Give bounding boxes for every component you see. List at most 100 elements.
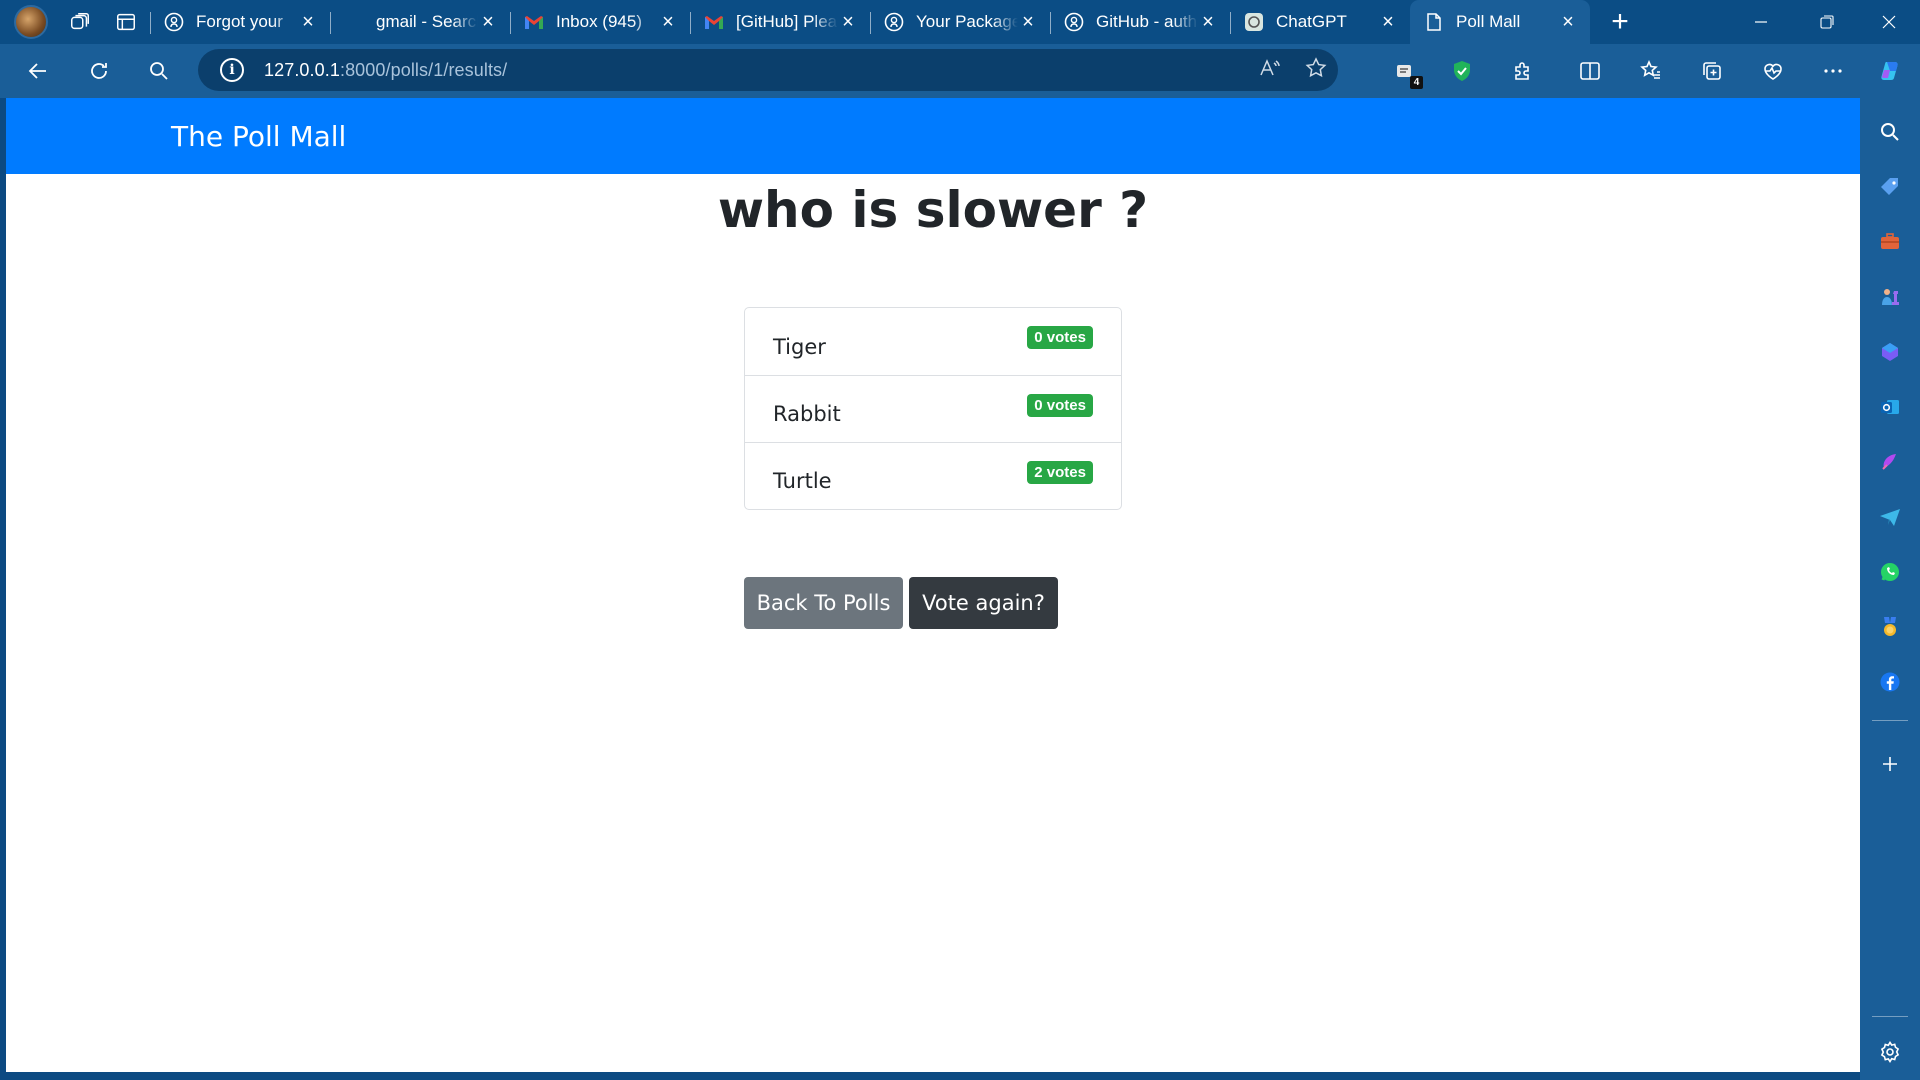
search-icon[interactable] — [1872, 114, 1908, 150]
telegram-icon[interactable] — [1872, 499, 1908, 535]
page-icon — [1424, 12, 1444, 32]
designer-icon[interactable] — [1872, 444, 1908, 480]
brand-link[interactable]: The Poll Mall — [171, 120, 346, 153]
add-icon[interactable] — [1872, 746, 1908, 782]
tab-title: Inbox (945) — [556, 12, 642, 31]
tab-github-email[interactable]: [GitHub] Please × — [690, 0, 870, 44]
tab-inbox[interactable]: Inbox (945) × — [510, 0, 690, 44]
votes-badge: 0 votes — [1027, 393, 1093, 417]
vote-again-button[interactable]: Vote again? — [909, 577, 1058, 629]
url-text[interactable]: 127.0.0.1:8000/polls/1/results/ — [264, 60, 507, 81]
tools-briefcase-icon[interactable] — [1872, 224, 1908, 260]
facebook-icon[interactable] — [1872, 664, 1908, 700]
gmail-icon — [704, 12, 724, 32]
close-window-button[interactable] — [1858, 0, 1920, 44]
choice-label: Turtle — [773, 469, 832, 493]
browser-toolbar: i 127.0.0.1:8000/polls/1/results/ 4 — [0, 44, 1920, 98]
page-viewport: The Poll Mall who is slower ? Tiger 0 vo… — [6, 98, 1860, 1072]
shopping-tag-icon[interactable] — [1872, 169, 1908, 205]
close-icon[interactable]: × — [1018, 11, 1038, 33]
tab-title: GitHub - auth — [1096, 12, 1198, 31]
address-bar[interactable]: i 127.0.0.1:8000/polls/1/results/ — [198, 49, 1338, 91]
split-screen-icon[interactable] — [1568, 49, 1612, 93]
search-icon — [344, 12, 364, 32]
favorite-star-icon[interactable] — [1304, 56, 1328, 85]
tab-separator — [1050, 12, 1051, 34]
search-icon[interactable] — [137, 49, 181, 93]
shield-icon[interactable] — [1440, 49, 1484, 93]
gear-icon[interactable] — [1872, 1034, 1908, 1070]
browser-sidebar — [1860, 98, 1920, 1080]
tab-title: Your Package — [916, 12, 1018, 31]
tab-actions-icon[interactable] — [108, 4, 144, 40]
address-bar-actions — [1258, 49, 1328, 91]
site-info-icon[interactable]: i — [220, 58, 244, 82]
browser-essentials-icon[interactable] — [1751, 49, 1795, 93]
close-icon[interactable]: × — [1558, 11, 1578, 33]
action-buttons: Back To Polls Vote again? — [744, 577, 1122, 629]
gmail-icon — [524, 12, 544, 32]
workspaces-icon[interactable] — [62, 4, 98, 40]
tab-forgot-password[interactable]: Forgot your × — [150, 0, 330, 44]
github-icon — [1064, 12, 1084, 32]
more-options-icon[interactable] — [1811, 49, 1855, 93]
sidebar-divider — [1872, 720, 1908, 721]
refresh-icon[interactable] — [77, 49, 121, 93]
rewards-medal-icon[interactable] — [1872, 609, 1908, 645]
extension-icon[interactable]: 4 — [1383, 49, 1427, 93]
url-path: :8000/polls/1/results/ — [339, 59, 508, 80]
restore-button[interactable] — [1796, 0, 1858, 44]
tab-title: Poll Mall — [1456, 12, 1521, 31]
tab-gmail-search[interactable]: gmail - Search × — [330, 0, 510, 44]
close-icon[interactable]: × — [1378, 11, 1398, 33]
tab-separator — [690, 12, 691, 34]
close-icon[interactable]: × — [838, 11, 858, 33]
whatsapp-icon[interactable] — [1872, 554, 1908, 590]
tab-title: [GitHub] Please — [736, 12, 838, 31]
copilot-icon[interactable] — [1872, 334, 1908, 370]
favorites-icon[interactable] — [1629, 49, 1673, 93]
games-chess-icon[interactable] — [1872, 279, 1908, 315]
tab-separator — [150, 12, 151, 34]
tab-strip: Forgot your × gmail - Search × Inbox (94… — [0, 0, 1920, 44]
extensions-puzzle-icon[interactable] — [1501, 49, 1545, 93]
close-icon[interactable]: × — [1198, 11, 1218, 33]
back-icon[interactable] — [16, 49, 60, 93]
tab-title: Forgot your — [196, 12, 283, 31]
tab-title: ChatGPT — [1276, 12, 1347, 31]
new-tab-button[interactable]: + — [1598, 0, 1642, 44]
outlook-icon[interactable] — [1872, 389, 1908, 425]
choice-label: Rabbit — [773, 402, 841, 426]
tab-chatgpt[interactable]: ChatGPT × — [1230, 0, 1410, 44]
profile-avatar[interactable] — [14, 5, 48, 39]
votes-badge: 2 votes — [1027, 460, 1093, 484]
minimize-button[interactable] — [1730, 0, 1792, 44]
close-icon[interactable]: × — [658, 11, 678, 33]
github-icon — [884, 12, 904, 32]
tab-your-package[interactable]: Your Package × — [870, 0, 1050, 44]
back-to-polls-button[interactable]: Back To Polls — [744, 577, 903, 629]
tab-separator — [1230, 12, 1231, 34]
sidebar-divider — [1872, 1016, 1908, 1017]
tab-separator — [510, 12, 511, 34]
extension-badge: 4 — [1410, 76, 1423, 89]
tab-poll-mall[interactable]: Poll Mall × — [1410, 0, 1590, 44]
list-item: Rabbit 0 votes — [745, 375, 1121, 442]
close-icon[interactable]: × — [478, 11, 498, 33]
collections-icon[interactable] — [1690, 49, 1734, 93]
poll-question: who is slower ? — [717, 181, 1149, 239]
url-host: 127.0.0.1 — [264, 59, 340, 80]
copilot-icon[interactable] — [1868, 49, 1912, 93]
results-container: who is slower ? Tiger 0 votes Rabbit 0 v… — [718, 180, 1148, 629]
results-list: Tiger 0 votes Rabbit 0 votes Turtle 2 vo… — [744, 307, 1122, 510]
votes-badge: 0 votes — [1027, 326, 1093, 349]
list-item: Turtle 2 votes — [745, 442, 1121, 509]
tab-github-auth[interactable]: GitHub - auth × — [1050, 0, 1230, 44]
tab-title: gmail - Search — [376, 12, 478, 31]
tab-separator — [330, 12, 331, 34]
app-navbar: The Poll Mall — [6, 98, 1860, 174]
read-aloud-icon[interactable] — [1258, 57, 1280, 84]
chatgpt-icon — [1244, 12, 1264, 32]
close-icon[interactable]: × — [298, 11, 318, 33]
github-icon — [164, 12, 184, 32]
